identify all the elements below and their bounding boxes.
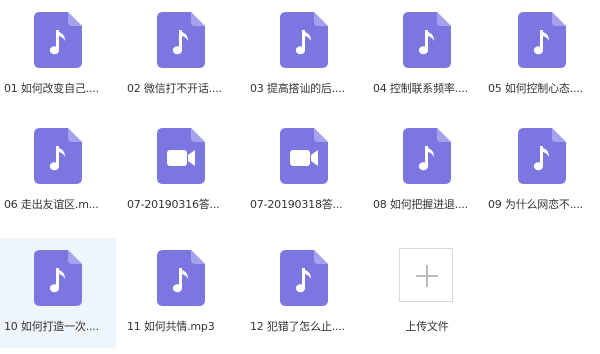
file-name: 07-20190316答... — [127, 198, 220, 211]
upload-item[interactable]: 上传文件 — [369, 238, 485, 348]
audio-file-icon — [280, 250, 328, 306]
file-item[interactable]: 09 为什么网恋不.... — [484, 116, 600, 226]
video-file-icon — [280, 128, 328, 184]
upload-button[interactable] — [399, 248, 453, 302]
file-name: 06 走出友谊区.m... — [4, 198, 99, 211]
audio-file-icon — [403, 128, 451, 184]
audio-file-icon — [518, 12, 566, 68]
file-item[interactable]: 08 如何把握进退.... — [369, 116, 485, 226]
file-item[interactable]: 05 如何控制心态.... — [484, 0, 600, 110]
audio-file-icon — [280, 12, 328, 68]
file-item[interactable]: 01 如何改变自己.... — [0, 0, 116, 110]
file-item[interactable]: 11 如何共情.mp3 — [123, 238, 239, 348]
file-item[interactable]: 03 提高搭讪的后.... — [246, 0, 362, 110]
file-name: 02 微信打不开话.... — [127, 82, 222, 95]
file-item[interactable]: 02 微信打不开话.... — [123, 0, 239, 110]
file-item[interactable]: 12 犯错了怎么止.... — [246, 238, 362, 348]
audio-file-icon — [157, 250, 205, 306]
audio-file-icon — [518, 128, 566, 184]
file-name: 10 如何打造一次.... — [4, 320, 99, 333]
file-item[interactable]: 07-20190318答... — [246, 116, 362, 226]
audio-file-icon — [403, 12, 451, 68]
plus-icon — [426, 265, 428, 287]
file-name: 08 如何把握进退.... — [373, 198, 468, 211]
file-item[interactable]: 07-20190316答... — [123, 116, 239, 226]
file-item[interactable]: 04 控制联系频率.... — [369, 0, 485, 110]
file-name: 05 如何控制心态.... — [488, 82, 583, 95]
file-grid: 01 如何改变自己.... 02 微信打不开话.... 03 提高搭讪的后...… — [0, 0, 600, 354]
file-item[interactable]: 06 走出友谊区.m... — [0, 116, 116, 226]
file-name: 11 如何共情.mp3 — [127, 320, 215, 333]
file-item[interactable]: 10 如何打造一次.... — [0, 238, 116, 348]
file-name: 01 如何改变自己.... — [4, 82, 99, 95]
video-file-icon — [157, 128, 205, 184]
upload-label: 上传文件 — [405, 320, 449, 333]
audio-file-icon — [34, 128, 82, 184]
audio-file-icon — [34, 250, 82, 306]
file-name: 03 提高搭讪的后.... — [250, 82, 345, 95]
file-name: 09 为什么网恋不.... — [488, 198, 583, 211]
file-name: 04 控制联系频率.... — [373, 82, 468, 95]
file-name: 07-20190318答... — [250, 198, 343, 211]
audio-file-icon — [157, 12, 205, 68]
audio-file-icon — [34, 12, 82, 68]
file-name: 12 犯错了怎么止.... — [250, 320, 345, 333]
